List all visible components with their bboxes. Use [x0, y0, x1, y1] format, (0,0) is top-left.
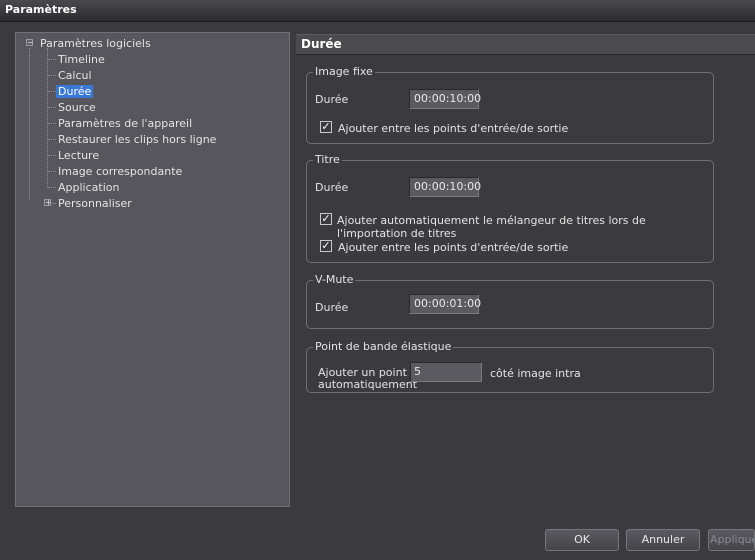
collapse-toggle-icon[interactable]: −: [26, 39, 34, 47]
duration-label: Durée: [315, 301, 349, 314]
tree-connector-line: [48, 139, 56, 140]
tree-connector-line: [48, 123, 56, 124]
rubber-suffix-label: côté image intra: [490, 367, 581, 380]
tree-item-calcul[interactable]: Calcul: [56, 68, 94, 83]
group-title: Image fixe: [313, 65, 375, 78]
tree-item-label: Application: [58, 181, 120, 194]
checkbox-label: Ajouter entre les points d'entrée/de sor…: [338, 122, 569, 135]
ok-button[interactable]: OK: [545, 529, 619, 551]
cancel-button[interactable]: Annuler: [626, 529, 700, 551]
tree-item-label: Paramètres logiciels: [40, 37, 151, 50]
tree-item-lecture[interactable]: Lecture: [56, 148, 101, 163]
checkbox-label: Ajouter automatiquement le mélangeur de …: [337, 214, 646, 240]
panel-title: Durée: [301, 37, 342, 51]
tree-item-label: Calcul: [58, 69, 92, 82]
tree-connector-line: [48, 171, 56, 172]
tree-item-label: Restaurer les clips hors ligne: [58, 133, 217, 146]
tree-connector-line: [48, 91, 56, 92]
tree-connector-line: [48, 59, 56, 60]
tree-item-duree[interactable]: Durée: [56, 84, 94, 99]
tree-connector-line: [47, 48, 48, 188]
tree-item-source[interactable]: Source: [56, 100, 98, 115]
tree-item-label: Durée: [56, 85, 94, 98]
vmute-duration-input[interactable]: 00:00:01:00: [409, 294, 481, 314]
duration-label: Durée: [315, 181, 349, 194]
window-title: Paramètres: [5, 3, 77, 16]
group-v-mute: V-Mute Durée 00:00:01:00: [306, 273, 714, 329]
tree-item-parametres-logiciels[interactable]: Paramètres logiciels: [38, 36, 153, 51]
apply-button[interactable]: Appliquer: [708, 529, 755, 551]
tree-item-timeline[interactable]: Timeline: [56, 52, 107, 67]
group-titre: Titre Durée 00:00:10:00 ✓ Ajouter automa…: [306, 153, 714, 263]
still-duration-input[interactable]: 00:00:10:00: [409, 89, 481, 109]
tree-connector-line: [29, 48, 30, 200]
tree-connector-line: [48, 75, 56, 76]
tree-connector-line: [48, 155, 56, 156]
tree-connector-line: [48, 107, 56, 108]
checkbox-label: Ajouter entre les points d'entrée/de sor…: [338, 241, 569, 254]
tree-item-label: Personnaliser: [58, 197, 132, 210]
rubber-label-line2: automatiquement: [318, 378, 418, 391]
tree-item-label: Image correspondante: [58, 165, 183, 178]
panel-header: Durée: [296, 34, 755, 55]
group-title: V-Mute: [313, 273, 356, 286]
group-title: Point de bande élastique: [313, 340, 454, 353]
title-bar: Paramètres: [0, 0, 755, 22]
tree-item-personnaliser[interactable]: Personnaliser: [56, 196, 134, 211]
checkbox-title-in-out[interactable]: ✓: [320, 240, 332, 252]
tree-item-image-correspondante[interactable]: Image correspondante: [56, 164, 184, 179]
duration-label: Durée: [315, 93, 349, 106]
rubber-point-input[interactable]: 5: [410, 362, 482, 382]
group-title: Titre: [313, 153, 342, 166]
tree-item-label: Timeline: [58, 53, 105, 66]
title-duration-input[interactable]: 00:00:10:00: [409, 177, 481, 197]
group-image-fixe: Image fixe Durée 00:00:10:00 ✓ Ajouter e…: [306, 65, 714, 144]
tree-connector-line: [48, 187, 56, 188]
group-rubber-band: Point de bande élastique Ajouter un poin…: [306, 340, 714, 393]
tree-item-label: Paramètres de l'appareil: [58, 117, 193, 130]
tree-item-parametres-appareil[interactable]: Paramètres de l'appareil: [56, 116, 194, 131]
checkbox-auto-title-mixer[interactable]: ✓: [320, 213, 332, 225]
settings-tree[interactable]: − Paramètres logiciels Timeline Calcul D…: [15, 32, 290, 507]
checkbox-still-in-out[interactable]: ✓: [320, 121, 332, 133]
tree-item-application[interactable]: Application: [56, 180, 121, 195]
tree-item-label: Source: [58, 101, 96, 114]
tree-item-restaurer-clips[interactable]: Restaurer les clips hors ligne: [56, 132, 218, 147]
tree-item-label: Lecture: [58, 149, 100, 162]
expand-toggle-icon[interactable]: +: [44, 199, 52, 207]
